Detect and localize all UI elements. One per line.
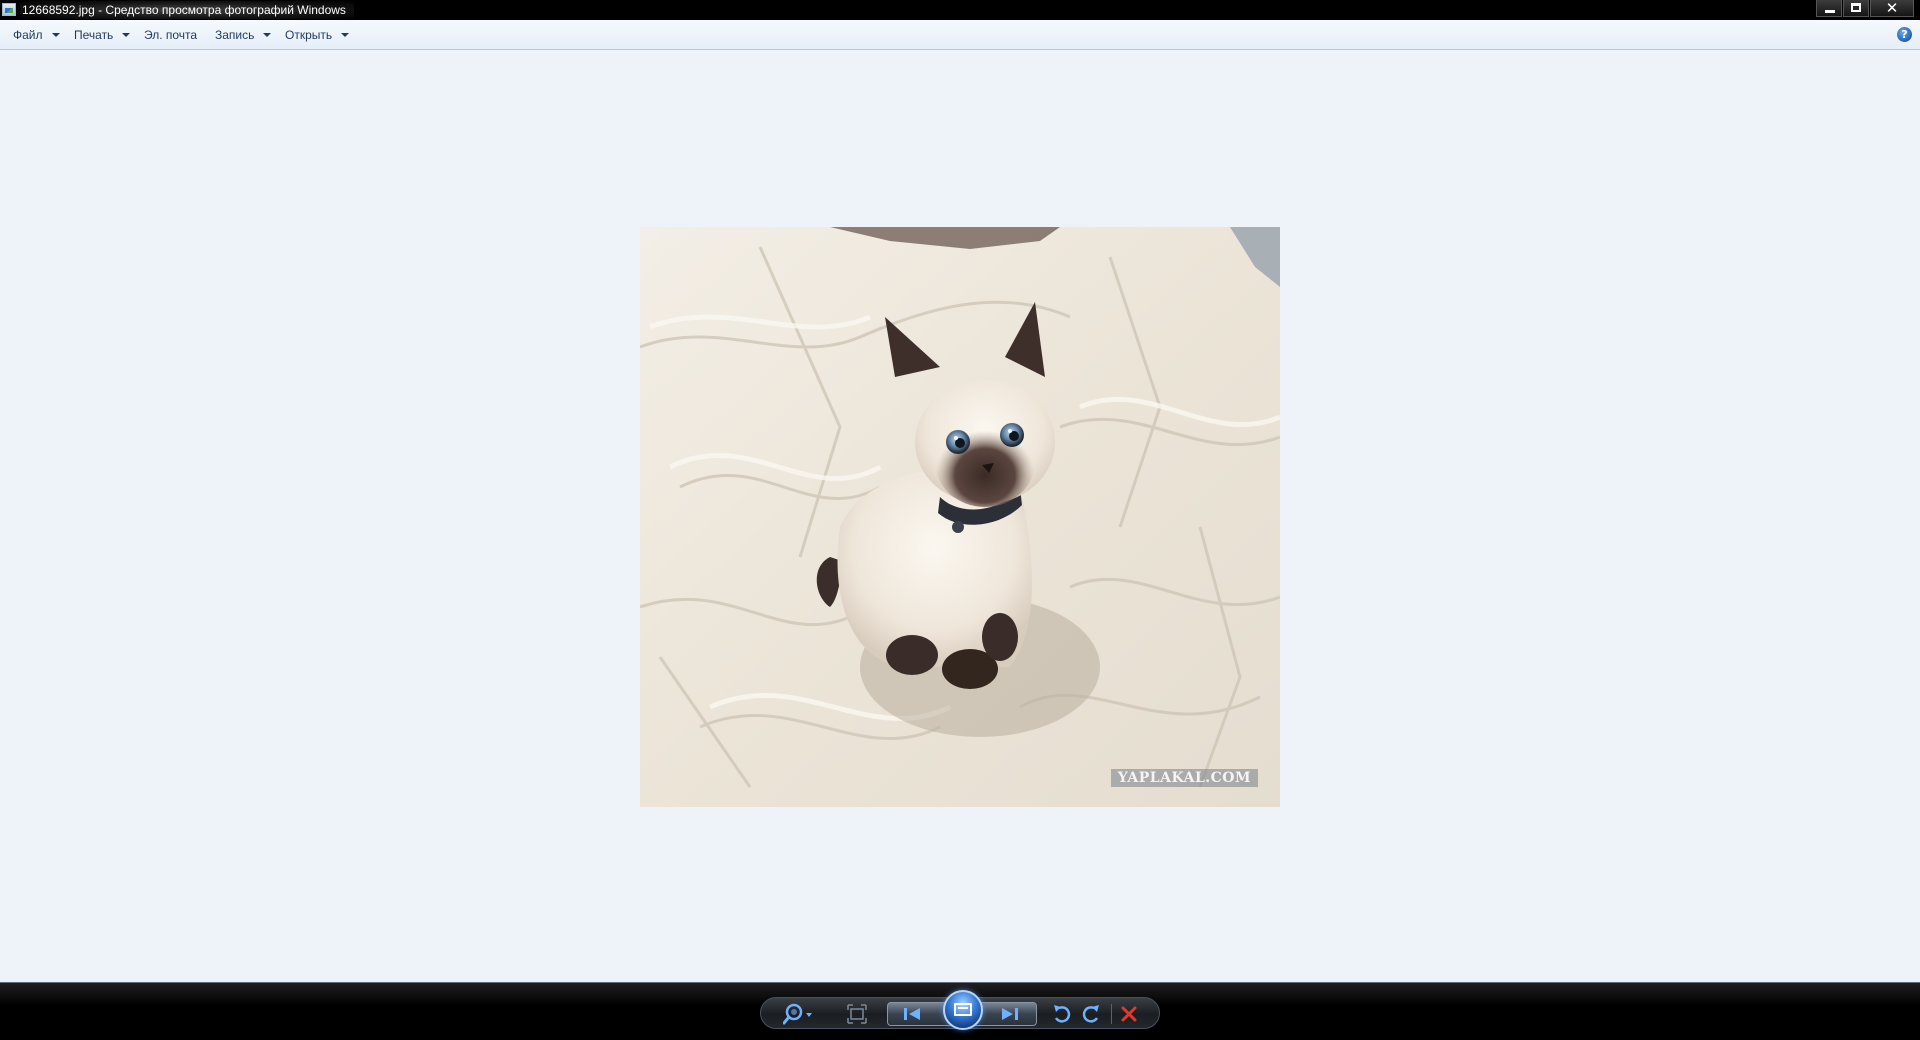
menu-open[interactable]: Открыть (281, 25, 353, 45)
close-button[interactable]: ✕ (1870, 0, 1914, 17)
chevron-down-icon (341, 33, 350, 37)
rotate-counterclockwise-icon (1054, 1005, 1071, 1023)
control-bar (0, 982, 1920, 1040)
watermark-text: YAPLAKAL.COM (1110, 769, 1258, 787)
actual-size-icon (847, 1004, 867, 1024)
rotate-clockwise-icon (1082, 1005, 1099, 1023)
next-icon (1002, 1008, 1018, 1020)
restore-icon (1851, 3, 1861, 12)
menu-bar: Файл Печать Эл. почта Запись Открыть ? (0, 20, 1920, 50)
photo-viewer-icon[interactable] (2, 3, 16, 16)
menu-file[interactable]: Файл (9, 25, 64, 45)
zoom-button[interactable] (783, 1002, 812, 1026)
viewer-controls (760, 990, 1160, 1030)
menu-burn-label: Запись (215, 28, 255, 42)
zoom-icon (783, 1003, 812, 1025)
menu-email[interactable]: Эл. почта (140, 25, 201, 45)
slideshow-icon (954, 1003, 972, 1016)
minimize-icon (1825, 10, 1835, 13)
delete-button[interactable] (1117, 1002, 1141, 1026)
menu-open-label: Открыть (285, 28, 333, 42)
menu-print[interactable]: Печать (70, 25, 134, 45)
menu-email-label: Эл. почта (144, 28, 198, 42)
window-controls: ✕ (1815, 0, 1914, 18)
kitten-photo-illustration (640, 227, 1280, 807)
help-icon[interactable]: ? (1897, 27, 1912, 42)
menu-burn[interactable]: Запись (211, 25, 275, 45)
previous-button[interactable] (900, 1003, 924, 1027)
chevron-down-icon (263, 33, 272, 37)
delete-icon (1121, 1006, 1137, 1022)
actual-size-button[interactable] (845, 1002, 869, 1026)
next-button[interactable] (998, 1003, 1022, 1027)
title-bar[interactable]: 12668592.jpg - Средство просмотра фотогр… (0, 0, 1920, 20)
divider (1111, 1004, 1112, 1024)
image-viewer-area[interactable]: YAPLAKAL.COM (0, 50, 1920, 982)
chevron-down-icon (51, 33, 60, 37)
menu-print-label: Печать (74, 28, 114, 42)
photo-viewer-window: 12668592.jpg - Средство просмотра фотогр… (0, 0, 1920, 1040)
menu-file-label: Файл (13, 28, 43, 42)
maximize-button[interactable] (1843, 0, 1869, 17)
photo-kitten: YAPLAKAL.COM (640, 227, 1280, 807)
rotate-counterclockwise-button[interactable] (1050, 1002, 1074, 1026)
previous-icon (904, 1008, 920, 1020)
window-title: 12668592.jpg - Средство просмотра фотогр… (20, 1, 354, 19)
slideshow-button[interactable] (943, 990, 983, 1030)
rotate-clockwise-button[interactable] (1079, 1002, 1103, 1026)
close-icon: ✕ (1885, 0, 1899, 17)
minimize-button[interactable] (1816, 0, 1842, 17)
chevron-down-icon (122, 33, 131, 37)
